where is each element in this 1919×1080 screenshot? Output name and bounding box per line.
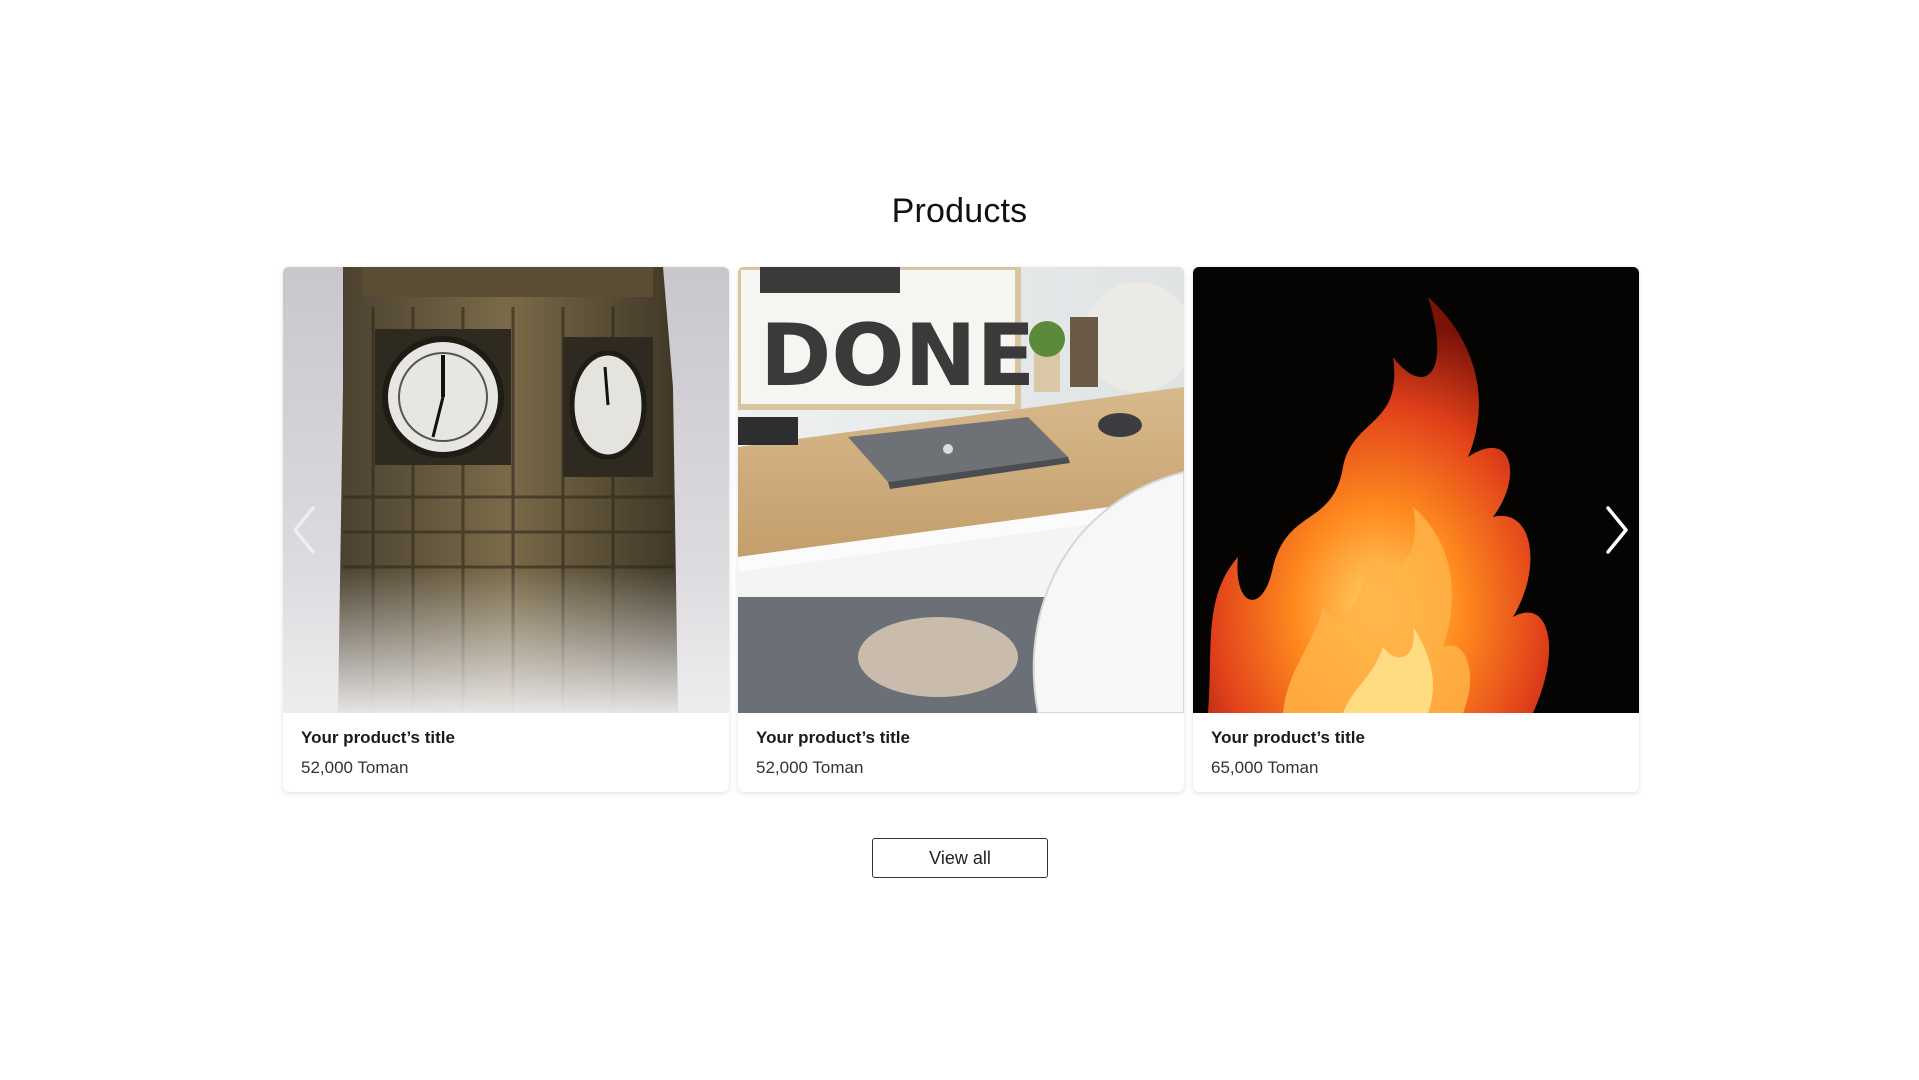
chevron-left-icon[interactable] [285, 502, 325, 558]
chevron-right-icon[interactable] [1596, 502, 1636, 558]
product-title[interactable]: Your product’s title [301, 728, 455, 748]
product-carousel[interactable]: Your product’s title 52,000 Toman DONE. … [283, 267, 1640, 792]
fire-flames-image[interactable] [1193, 267, 1639, 713]
product-title[interactable]: Your product’s title [1211, 728, 1365, 748]
products-section: Products Your product’s title 52,000 Tom… [0, 0, 1919, 1080]
view-all-button[interactable]: View all [872, 838, 1048, 878]
product-card[interactable]: Your product’s title 52,000 Toman [283, 267, 729, 792]
product-title[interactable]: Your product’s title [756, 728, 910, 748]
product-price: 65,000 Toman [1211, 758, 1319, 777]
clock-tower-image[interactable] [283, 267, 729, 713]
product-price: 52,000 Toman [756, 758, 864, 777]
product-card[interactable]: DONE. Your product’s title 52,000 Toman [738, 267, 1184, 792]
desk-workspace-image[interactable]: DONE. [738, 267, 1184, 713]
product-price: 52,000 Toman [301, 758, 409, 777]
section-title: Products [891, 192, 1028, 230]
product-card[interactable]: Your product’s title 65,000 Toman [1193, 267, 1639, 792]
poster-text: DONE. [760, 306, 1068, 406]
